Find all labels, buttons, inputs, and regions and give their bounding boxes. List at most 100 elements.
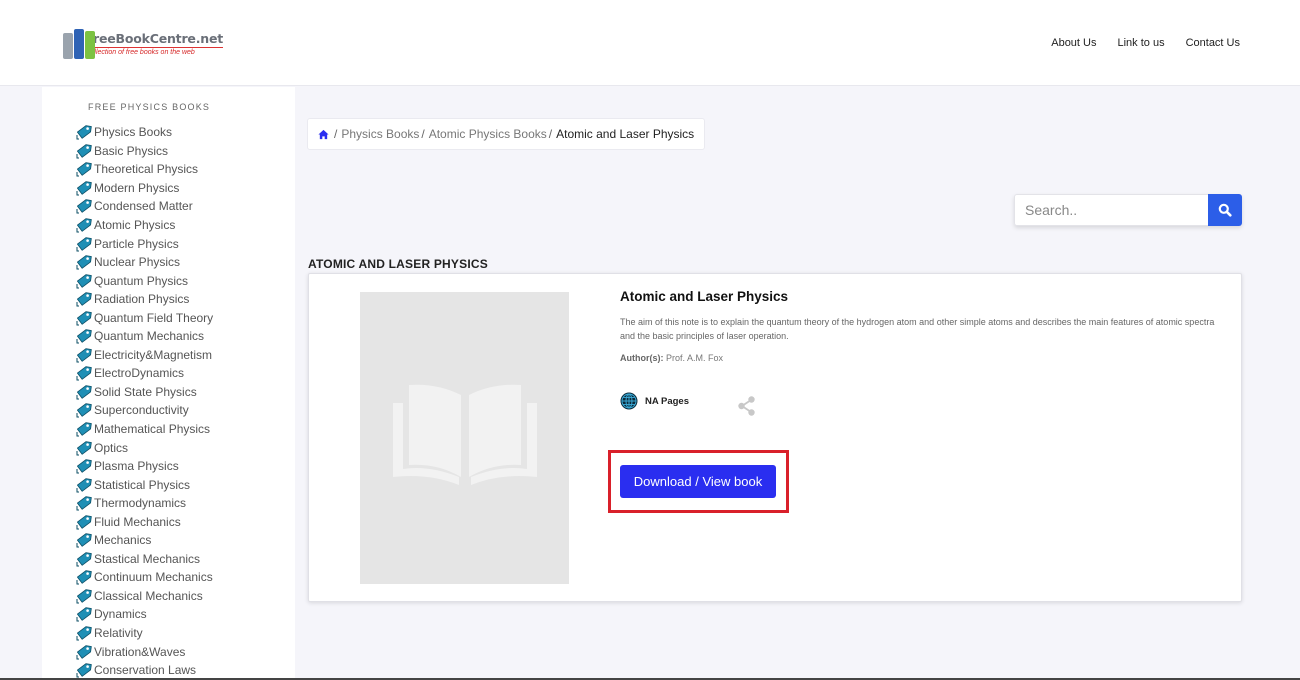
sidebar-item[interactable]: Classical Mechanics bbox=[76, 587, 213, 606]
tag-icon bbox=[76, 663, 92, 678]
nav-link-to-us[interactable]: Link to us bbox=[1117, 37, 1164, 49]
sidebar-item[interactable]: Radiation Physics bbox=[76, 290, 213, 309]
nav-contact-us[interactable]: Contact Us bbox=[1186, 37, 1240, 49]
sidebar-item-link[interactable]: Physics Books bbox=[94, 125, 172, 139]
search-form bbox=[1014, 194, 1242, 226]
sidebar-item[interactable]: Continuum Mechanics bbox=[76, 568, 213, 587]
sidebar-item-link[interactable]: Plasma Physics bbox=[94, 459, 179, 473]
logo-books-icon bbox=[63, 27, 95, 59]
home-icon[interactable] bbox=[318, 129, 329, 140]
tag-icon bbox=[76, 273, 92, 289]
sidebar-item-link[interactable]: Quantum Mechanics bbox=[94, 329, 204, 343]
tag-icon bbox=[76, 162, 92, 177]
sidebar-item-link[interactable]: Mathematical Physics bbox=[94, 422, 210, 436]
top-nav: About Us Link to us Contact Us bbox=[1051, 37, 1240, 49]
sidebar-item[interactable]: Conservation Laws bbox=[76, 661, 213, 680]
breadcrumb-separator: / bbox=[334, 127, 338, 141]
sidebar-item[interactable]: Stastical Mechanics bbox=[76, 550, 213, 569]
tag-icon bbox=[76, 144, 92, 159]
search-button[interactable] bbox=[1208, 194, 1242, 226]
sidebar-item-link[interactable]: Fluid Mechanics bbox=[94, 515, 181, 529]
sidebar-item-link[interactable]: Thermodynamics bbox=[94, 496, 186, 510]
sidebar-item[interactable]: Particle Physics bbox=[76, 234, 213, 253]
sidebar-item[interactable]: Theoretical Physics bbox=[76, 160, 213, 179]
sidebar-item-link[interactable]: Quantum Physics bbox=[94, 274, 188, 288]
sidebar-item[interactable]: Quantum Mechanics bbox=[76, 327, 213, 346]
tag-icon bbox=[76, 533, 92, 548]
download-view-book-button[interactable]: Download / View book bbox=[620, 465, 776, 498]
sidebar-item[interactable]: Quantum Field Theory bbox=[76, 308, 213, 327]
tag-icon bbox=[76, 607, 92, 622]
breadcrumb-physics-books[interactable]: Physics Books bbox=[341, 127, 419, 141]
share-icon[interactable] bbox=[736, 395, 758, 417]
tag-icon bbox=[76, 552, 92, 567]
sidebar-item-link[interactable]: Basic Physics bbox=[94, 144, 168, 158]
tag-icon bbox=[76, 329, 92, 344]
sidebar-item[interactable]: Modern Physics bbox=[76, 179, 213, 198]
search-input[interactable] bbox=[1014, 194, 1208, 226]
sidebar-item[interactable]: Quantum Physics bbox=[76, 271, 213, 290]
sidebar-item[interactable]: Electricity&Magnetism bbox=[76, 346, 213, 365]
sidebar-item-link[interactable]: Mechanics bbox=[94, 533, 151, 547]
sidebar-item-link[interactable]: Vibration&Waves bbox=[94, 645, 185, 659]
sidebar-item-link[interactable]: ElectroDynamics bbox=[94, 366, 184, 380]
sidebar-item[interactable]: Optics bbox=[76, 438, 213, 457]
sidebar-item-link[interactable]: Condensed Matter bbox=[94, 199, 193, 213]
sidebar-item[interactable]: Relativity bbox=[76, 624, 213, 643]
sidebar-item-link[interactable]: Superconductivity bbox=[94, 403, 189, 417]
book-title: Atomic and Laser Physics bbox=[620, 289, 789, 304]
sidebar-item-link[interactable]: Particle Physics bbox=[94, 237, 179, 251]
sidebar-item-link[interactable]: Radiation Physics bbox=[94, 292, 189, 306]
sidebar-item-link[interactable]: Optics bbox=[94, 441, 128, 455]
search-icon bbox=[1218, 203, 1232, 217]
sidebar-item[interactable]: Nuclear Physics bbox=[76, 253, 213, 272]
sidebar-item[interactable]: Atomic Physics bbox=[76, 216, 213, 235]
open-book-icon bbox=[392, 384, 537, 485]
breadcrumb-atomic-physics-books[interactable]: Atomic Physics Books bbox=[429, 127, 547, 141]
tag-icon bbox=[76, 181, 92, 196]
sidebar-item[interactable]: ElectroDynamics bbox=[76, 364, 213, 383]
tag-icon bbox=[76, 570, 92, 585]
sidebar-item[interactable]: Condensed Matter bbox=[76, 197, 213, 216]
sidebar-item-link[interactable]: Dynamics bbox=[94, 607, 147, 621]
sidebar-item-link[interactable]: Conservation Laws bbox=[94, 663, 196, 677]
breadcrumb-separator: / bbox=[421, 127, 425, 141]
sidebar-item-link[interactable]: Statistical Physics bbox=[94, 478, 190, 492]
sidebar-item-link[interactable]: Theoretical Physics bbox=[94, 162, 198, 176]
sidebar-item[interactable]: Vibration&Waves bbox=[76, 642, 213, 661]
nav-about-us[interactable]: About Us bbox=[1051, 37, 1096, 49]
sidebar-item[interactable]: Dynamics bbox=[76, 605, 213, 624]
book-meta: NA Pages bbox=[620, 392, 689, 410]
site-logo[interactable]: FreeBookCentre.net Collection of free bo… bbox=[63, 26, 223, 60]
book-author: Author(s): Prof. A.M. Fox bbox=[620, 353, 723, 363]
sidebar-item[interactable]: Solid State Physics bbox=[76, 383, 213, 402]
book-card: Atomic and Laser Physics The aim of this… bbox=[308, 273, 1242, 602]
sidebar-item[interactable]: Plasma Physics bbox=[76, 457, 213, 476]
sidebar-item-link[interactable]: Classical Mechanics bbox=[94, 589, 203, 603]
sidebar-item-link[interactable]: Nuclear Physics bbox=[94, 255, 180, 269]
sidebar-title: FREE PHYSICS BOOKS bbox=[88, 102, 211, 112]
sidebar-item[interactable]: Superconductivity bbox=[76, 401, 213, 420]
sidebar-item[interactable]: Physics Books bbox=[76, 123, 213, 142]
sidebar-item[interactable]: Thermodynamics bbox=[76, 494, 213, 513]
sidebar-item-link[interactable]: Relativity bbox=[94, 626, 143, 640]
tag-icon bbox=[76, 589, 92, 604]
sidebar-item[interactable]: Statistical Physics bbox=[76, 475, 213, 494]
sidebar-item[interactable]: Mathematical Physics bbox=[76, 420, 213, 439]
sidebar-item-link[interactable]: Atomic Physics bbox=[94, 218, 175, 232]
tag-icon bbox=[76, 366, 92, 381]
sidebar-item-link[interactable]: Continuum Mechanics bbox=[94, 570, 213, 584]
tag-icon bbox=[76, 385, 92, 400]
tag-icon bbox=[76, 422, 92, 437]
sidebar-item-link[interactable]: Electricity&Magnetism bbox=[94, 348, 212, 362]
sidebar-item-link[interactable]: Solid State Physics bbox=[94, 385, 197, 399]
sidebar-item-link[interactable]: Modern Physics bbox=[94, 181, 179, 195]
sidebar-item-link[interactable]: Stastical Mechanics bbox=[94, 552, 200, 566]
sidebar-item-link[interactable]: Quantum Field Theory bbox=[94, 311, 213, 325]
tag-icon bbox=[76, 125, 92, 140]
tag-icon bbox=[76, 459, 92, 474]
logo-subtitle: Collection of free books on the web bbox=[85, 48, 195, 56]
sidebar-item[interactable]: Fluid Mechanics bbox=[76, 512, 213, 531]
sidebar-item[interactable]: Basic Physics bbox=[76, 142, 213, 161]
sidebar-item[interactable]: Mechanics bbox=[76, 531, 213, 550]
